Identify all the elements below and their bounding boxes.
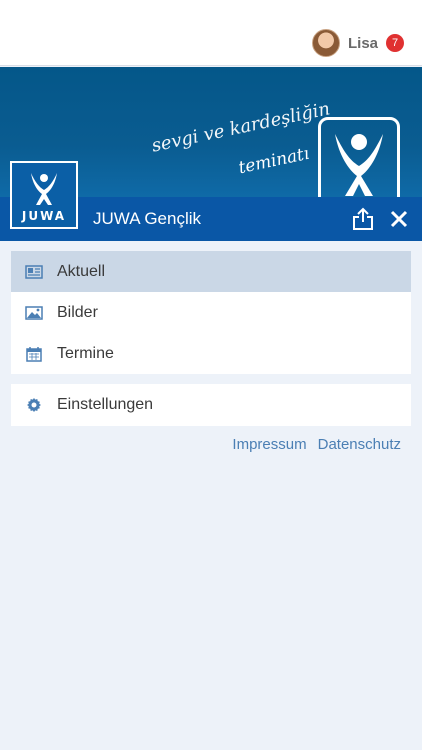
menu-item-termine[interactable]: Termine — [11, 333, 411, 374]
menu-item-label: Termine — [57, 344, 114, 362]
club-logo-figure-icon — [31, 173, 57, 205]
image-icon — [25, 304, 43, 322]
settings-label: Einstellungen — [57, 396, 154, 413]
footer-links: Impressum Datenschutz — [232, 436, 401, 453]
user-name[interactable]: Lisa — [348, 35, 378, 52]
menu-item-label: Aktuell — [57, 262, 106, 280]
banner-slogan-line2: teminatı — [236, 143, 312, 179]
user-menu[interactable]: Lisa 7 — [311, 29, 404, 57]
navigation-menu: Aktuell Bilder Termine — [11, 251, 411, 374]
top-user-bar: Lisa 7 — [0, 0, 422, 66]
calendar-icon — [25, 345, 43, 363]
menu-item-aktuell[interactable]: Aktuell — [11, 251, 411, 292]
banner-emblem-logo — [318, 117, 400, 197]
notification-badge[interactable]: 7 — [386, 34, 404, 52]
menu-item-bilder[interactable]: Bilder — [11, 292, 411, 333]
close-button[interactable] — [383, 203, 415, 235]
menu-item-label: Bilder — [57, 303, 98, 321]
club-name: JUWA Gençlik — [93, 209, 202, 228]
club-logo-wordmark: JUWA — [21, 209, 67, 223]
club-logo: JUWA — [10, 161, 78, 229]
share-button[interactable] — [347, 203, 379, 235]
close-icon — [390, 210, 408, 228]
menu-item-einstellungen[interactable]: Einstellungen — [11, 384, 411, 426]
user-avatar[interactable] — [311, 29, 340, 57]
gear-icon — [25, 396, 43, 414]
newspaper-icon — [25, 263, 43, 281]
datenschutz-link[interactable]: Datenschutz — [318, 436, 401, 453]
share-icon — [353, 207, 373, 230]
impressum-link[interactable]: Impressum — [232, 436, 306, 453]
